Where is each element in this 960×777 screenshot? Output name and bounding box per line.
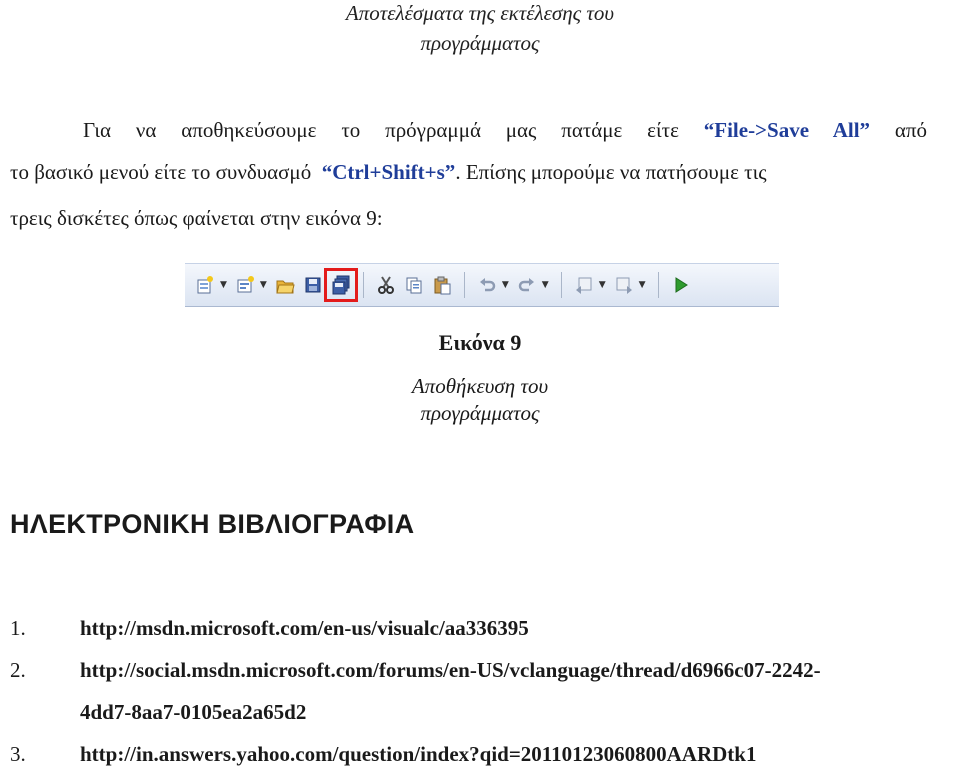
navigate-forward-icon[interactable] [612, 273, 636, 297]
previous-figure-caption-line2: προγράμματος [420, 31, 540, 55]
previous-figure-caption-line1: Αποτελέσματα της εκτέλεσης του [345, 1, 615, 25]
open-file-icon[interactable] [273, 273, 297, 297]
chevron-down-icon[interactable]: ▼ [542, 280, 549, 290]
redo-icon[interactable] [515, 273, 539, 297]
chevron-down-icon[interactable]: ▼ [220, 280, 227, 290]
chevron-down-icon[interactable]: ▼ [260, 280, 267, 290]
file-save-all-keyword: “File->Save All” [703, 118, 871, 142]
ctrl-shift-s-keyword: “Ctrl+Shift+s” [321, 160, 456, 184]
chevron-down-icon[interactable]: ▼ [599, 280, 606, 290]
chevron-down-icon[interactable]: ▼ [639, 280, 646, 290]
reference-item: 1. http://msdn.microsoft.com/en-us/visual… [10, 614, 529, 642]
paste-icon[interactable] [430, 273, 454, 297]
reference-link[interactable]: http://social.msdn.microsoft.com/forums/… [80, 658, 821, 682]
reference-link-continuation[interactable]: 4dd7-8aa7-0105ea2a65d2 [80, 698, 306, 726]
add-item-icon[interactable] [233, 273, 257, 297]
reference-number: 3. [10, 742, 26, 766]
figure-caption: Αποθήκευση του προγράμματος [411, 374, 549, 425]
toolbar-separator [362, 272, 364, 298]
figure-title: Εικόνα 9 [438, 330, 522, 355]
cut-icon[interactable] [374, 273, 398, 297]
undo-icon[interactable] [475, 273, 499, 297]
reference-link[interactable]: http://in.answers.yahoo.com/question/ind… [80, 742, 756, 766]
toolbar-separator [463, 272, 465, 298]
reference-number: 2. [10, 658, 26, 682]
toolbar-separator [657, 272, 659, 298]
navigate-backward-icon[interactable] [572, 273, 596, 297]
copy-icon[interactable] [402, 273, 426, 297]
paragraph-line-2: το βασικό μενού είτε το συνδυασμό “Ctrl+… [10, 160, 767, 184]
save-icon[interactable] [301, 273, 325, 297]
save-all-icon[interactable] [323, 268, 358, 302]
reference-link[interactable]: http://msdn.microsoft.com/en-us/visualc/… [80, 616, 529, 640]
reference-item: 2. http://social.msdn.microsoft.com/forum… [10, 656, 821, 684]
reference-number: 1. [10, 616, 26, 640]
section-heading: ΗΛΕΚΤΡΟΝΙΚΗ ΒΙΒΛΙΟΓΡΑΦΙΑ [10, 509, 415, 539]
reference-item: 3. http://in.answers.yahoo.com/question/i… [10, 740, 756, 768]
chevron-down-icon[interactable]: ▼ [502, 280, 509, 290]
toolbar-separator [560, 272, 562, 298]
visual-studio-toolbar: ▼ ▼ ▼ ▼ ▼ ▼ [185, 263, 779, 307]
paragraph-line-3: τρεις δισκέτες όπως φαίνεται στην εικόνα… [10, 206, 383, 230]
start-debugging-icon[interactable] [669, 273, 693, 297]
new-project-icon[interactable] [193, 273, 217, 297]
paragraph-line-1: Για να αποθηκεύσουμε το πρόγραμμά μας πα… [83, 118, 927, 142]
